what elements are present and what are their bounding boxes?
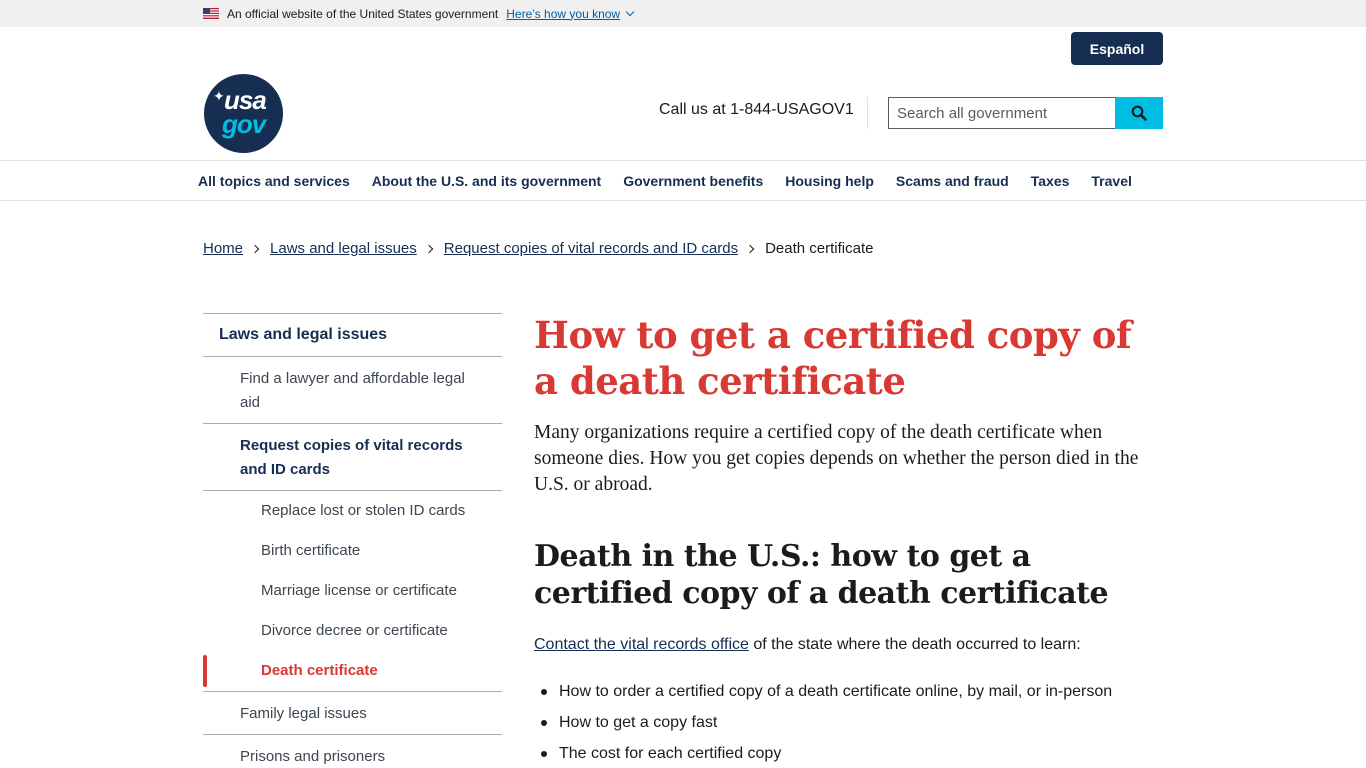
- sidenav-birth-certificate[interactable]: Birth certificate: [203, 531, 502, 571]
- sidenav-replace-id-cards[interactable]: Replace lost or stolen ID cards: [203, 491, 502, 531]
- search-icon: [1131, 105, 1147, 121]
- search-button[interactable]: [1115, 97, 1163, 129]
- main-content: How to get a certified copy of a death c…: [534, 312, 1166, 768]
- chevron-right-icon: [424, 244, 434, 253]
- sidenav-sublist: Replace lost or stolen ID cards Birth ce…: [203, 490, 502, 691]
- star-icon: ✦: [213, 88, 225, 104]
- sidenav-find-lawyer[interactable]: Find a lawyer and affordable legal aid: [203, 356, 502, 423]
- page-title: How to get a certified copy of a death c…: [534, 313, 1132, 403]
- chevron-down-icon[interactable]: [625, 7, 635, 16]
- side-nav: Laws and legal issues Find a lawyer and …: [203, 313, 502, 768]
- us-flag-icon: [203, 8, 219, 19]
- nav-item-government-benefits[interactable]: Government benefits: [623, 173, 763, 189]
- sidenav-laws-legal-issues[interactable]: Laws and legal issues: [203, 313, 502, 356]
- breadcrumb: Home Laws and legal issues Request copie…: [203, 240, 873, 257]
- usagov-logo[interactable]: ✦ usa gov: [204, 74, 283, 153]
- sidenav-death-certificate[interactable]: Death certificate: [203, 651, 502, 691]
- info-list: How to order a certified copy of a death…: [534, 676, 1166, 768]
- lead-paragraph: Many organizations require a certified c…: [534, 422, 1139, 495]
- nav-item-all-topics[interactable]: All topics and services: [198, 173, 350, 189]
- espanol-button[interactable]: Español: [1071, 32, 1163, 65]
- sidenav-marriage-license[interactable]: Marriage license or certificate: [203, 571, 502, 611]
- vital-records-office-link[interactable]: Contact the vital records office: [534, 636, 749, 653]
- chevron-right-icon: [745, 244, 755, 253]
- breadcrumb-current: Death certificate: [765, 240, 874, 257]
- gov-banner: An official website of the United States…: [0, 0, 1366, 27]
- sidenav-vital-records[interactable]: Request copies of vital records and ID c…: [203, 423, 502, 490]
- contact-paragraph: Contact the vital records office of the …: [534, 634, 1166, 656]
- section-heading: Death in the U.S.: how to get a certifie…: [534, 539, 1109, 611]
- sidenav-family-legal[interactable]: Family legal issues: [203, 691, 502, 734]
- nav-item-housing-help[interactable]: Housing help: [785, 173, 874, 189]
- header-divider: [867, 97, 868, 129]
- contact-paragraph-text: of the state where the death occurred to…: [748, 636, 1081, 653]
- logo-text-gov: gov: [222, 109, 266, 139]
- search-input[interactable]: [888, 97, 1116, 129]
- heres-how-you-know-link[interactable]: Here’s how you know: [506, 7, 620, 21]
- list-item: The cost for each certified copy: [534, 738, 1166, 768]
- chevron-right-icon: [250, 244, 260, 253]
- nav-item-scams-fraud[interactable]: Scams and fraud: [896, 173, 1009, 189]
- breadcrumb-vital-records[interactable]: Request copies of vital records and ID c…: [444, 240, 738, 257]
- nav-item-travel[interactable]: Travel: [1091, 173, 1131, 189]
- call-us-text: Call us at 1-844-USAGOV1: [659, 101, 854, 118]
- gov-banner-content: An official website of the United States…: [203, 0, 635, 27]
- nav-item-taxes[interactable]: Taxes: [1031, 173, 1070, 189]
- main-nav: All topics and services About the U.S. a…: [0, 160, 1366, 201]
- list-item: How to get a copy fast: [534, 707, 1166, 738]
- breadcrumb-laws[interactable]: Laws and legal issues: [270, 240, 417, 257]
- gov-banner-text: An official website of the United States…: [227, 6, 499, 21]
- sidenav-divorce-decree[interactable]: Divorce decree or certificate: [203, 611, 502, 651]
- sidenav-prisons[interactable]: Prisons and prisoners: [203, 734, 502, 768]
- list-item: How to order a certified copy of a death…: [534, 676, 1166, 707]
- nav-item-about-us-government[interactable]: About the U.S. and its government: [372, 173, 601, 189]
- breadcrumb-home[interactable]: Home: [203, 240, 243, 257]
